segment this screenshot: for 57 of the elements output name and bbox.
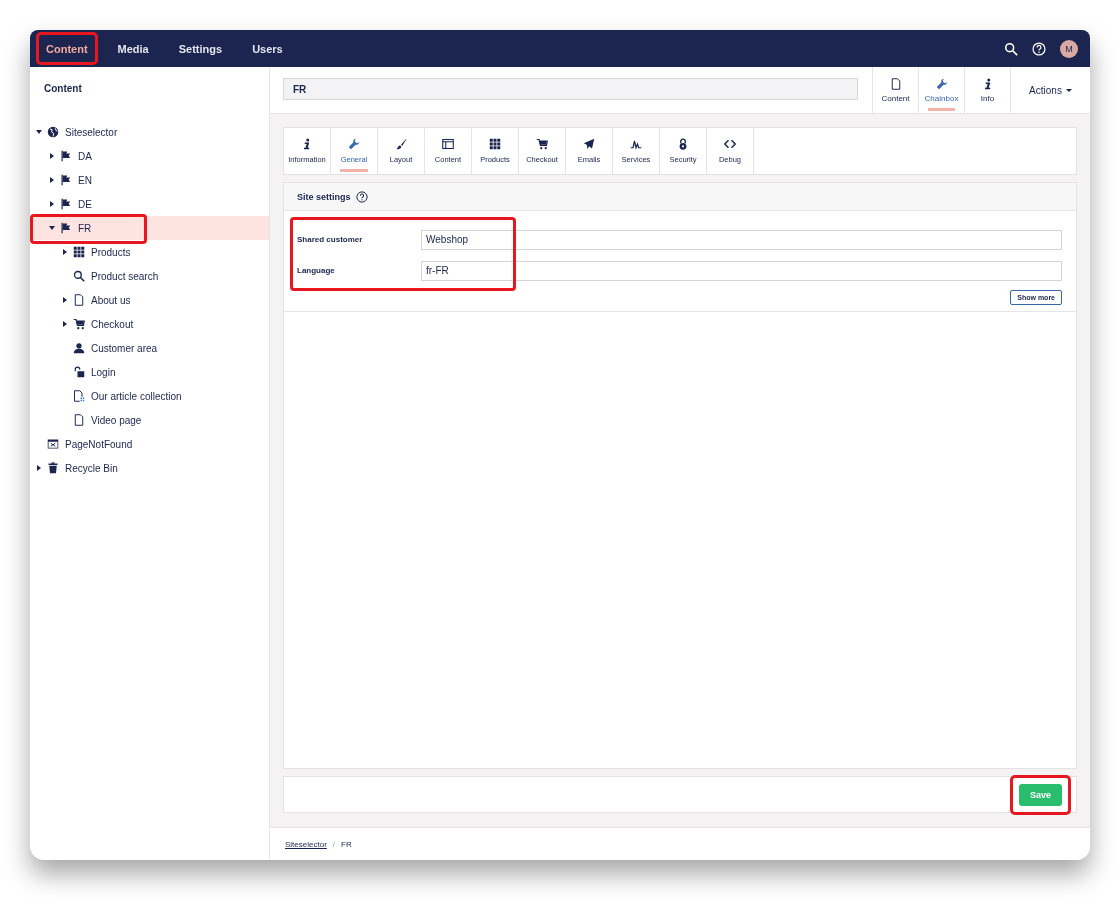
text-field[interactable]: Webshop	[421, 229, 1062, 250]
cart-icon	[536, 138, 548, 150]
paper-plane-icon	[583, 138, 595, 150]
field-label: Shared customer	[297, 235, 364, 244]
flag-icon	[60, 150, 72, 162]
tree-item[interactable]: About us	[30, 288, 269, 312]
section-title: Site settings	[297, 191, 351, 202]
field-label: Language	[297, 266, 336, 275]
text-field[interactable]: fr-FR	[421, 260, 1062, 281]
tree-item[interactable]: Checkout	[30, 312, 269, 336]
nav-tab[interactable]: Content	[38, 34, 96, 63]
help-icon[interactable]	[355, 190, 368, 203]
trash-icon	[47, 462, 59, 474]
layout-icon	[442, 138, 454, 150]
user-icon	[73, 342, 85, 354]
tree-item[interactable]: Our article collection	[30, 384, 269, 408]
wrench-icon	[935, 77, 948, 90]
page-icon	[73, 294, 85, 306]
globe-icon	[47, 126, 59, 138]
search-icon	[73, 270, 85, 282]
nav-tab[interactable]: Users	[244, 34, 291, 63]
tree-item[interactable]: Product search	[30, 264, 269, 288]
nav-tab[interactable]: Media	[109, 34, 157, 63]
tree-item[interactable]: Customer area	[30, 336, 269, 360]
code-icon	[724, 138, 736, 150]
tree-item[interactable]: Siteselector	[30, 120, 269, 144]
tree-item[interactable]: PageNotFound	[30, 432, 269, 456]
grid-icon	[489, 138, 501, 150]
cart-icon	[73, 318, 85, 330]
page-icon	[73, 414, 85, 426]
breadcrumb-link[interactable]: Siteselector	[285, 839, 327, 849]
nav-tab[interactable]: Settings	[170, 34, 231, 63]
tree-item[interactable]: Products	[30, 240, 269, 264]
tree-item[interactable]: DE	[30, 192, 269, 216]
padlock-icon	[73, 366, 85, 378]
name-field[interactable]: FR	[283, 78, 858, 100]
grid-icon	[73, 246, 85, 258]
tree-item[interactable]: Video page	[30, 408, 269, 432]
page-icon	[889, 77, 902, 90]
page-with-dots-icon	[73, 390, 85, 402]
brush-icon	[395, 138, 407, 150]
tree-item[interactable]: DA	[30, 144, 269, 168]
user-avatar[interactable]: M	[1060, 39, 1078, 58]
flag-icon	[60, 174, 72, 186]
window-x-icon	[47, 438, 59, 450]
flag-icon	[60, 198, 72, 210]
tree-item[interactable]: EN	[30, 168, 269, 192]
padlock-icon	[677, 138, 689, 150]
wrench-icon	[348, 138, 360, 150]
tree-item[interactable]: Login	[30, 360, 269, 384]
sidebar-title: Content	[43, 83, 83, 94]
breadcrumb-separator: /	[332, 839, 336, 849]
flag-icon	[60, 222, 72, 234]
pulse-icon	[630, 138, 642, 150]
tree-item[interactable]: Recycle Bin	[30, 456, 269, 480]
breadcrumb-current: FR	[341, 839, 352, 849]
search-icon[interactable]	[1004, 41, 1018, 56]
